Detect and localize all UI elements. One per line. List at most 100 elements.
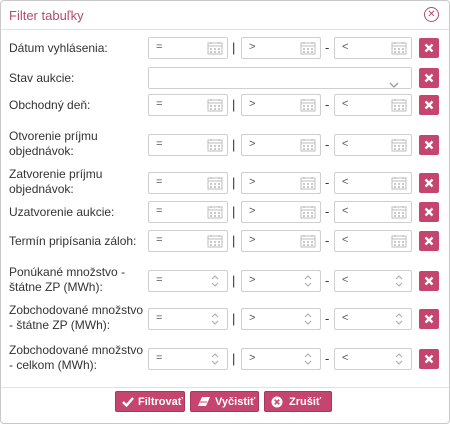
greater-than-field[interactable]: > — [241, 308, 321, 330]
operator-value: = — [156, 234, 163, 246]
calendar-icon[interactable] — [300, 176, 316, 190]
spinner-icon[interactable] — [300, 352, 316, 366]
remove-filter-button[interactable] — [419, 95, 439, 115]
greater-than-field[interactable]: > — [241, 37, 321, 59]
calendar-icon[interactable] — [207, 138, 223, 152]
less-than-field[interactable]: < — [334, 348, 412, 370]
equals-field[interactable]: = — [148, 37, 228, 59]
calendar-icon[interactable] — [391, 138, 407, 152]
calendar-icon[interactable] — [391, 234, 407, 248]
less-than-field[interactable]: < — [334, 270, 412, 292]
filter-row: Zobchodované množstvo - štátne ZP (MWh):… — [1, 301, 449, 337]
calendar-icon[interactable] — [207, 205, 223, 219]
range-separator-bar: | — [232, 233, 236, 248]
calendar-icon[interactable] — [207, 234, 223, 248]
equals-field[interactable]: = — [148, 270, 228, 292]
operator-value: > — [249, 41, 256, 53]
calendar-icon[interactable] — [391, 205, 407, 219]
close-icon[interactable]: ✕ — [424, 7, 439, 22]
times-icon — [424, 276, 434, 286]
filter-row: Zatvorenie príjmu objednávok: = > < | - — [1, 165, 449, 201]
filter-row: Ponúkané množstvo - štátne ZP (MWh): = > < |… — [1, 263, 449, 299]
calendar-icon[interactable] — [300, 138, 316, 152]
operator-value: > — [249, 234, 256, 246]
less-than-field[interactable]: < — [334, 37, 412, 59]
status-select[interactable] — [148, 67, 412, 89]
filter-row-label: Obchodný deň: — [9, 98, 91, 112]
calendar-icon[interactable] — [391, 41, 407, 55]
filter-row: Dátum vyhlásenia: = > < | - — [1, 36, 449, 60]
operator-value: = — [156, 274, 163, 286]
operator-value: < — [342, 274, 349, 286]
operator-value: > — [249, 205, 256, 217]
spinner-icon[interactable] — [207, 274, 223, 288]
operator-value: > — [249, 98, 256, 110]
spinner-icon[interactable] — [391, 312, 407, 326]
times-icon — [424, 73, 434, 83]
range-separator-dash: - — [325, 40, 330, 55]
remove-filter-button[interactable] — [419, 173, 439, 193]
operator-value: < — [342, 138, 349, 150]
calendar-icon[interactable] — [300, 234, 316, 248]
calendar-icon[interactable] — [207, 98, 223, 112]
filter-row-label: Otvorenie príjmu objednávok: — [9, 129, 98, 158]
remove-filter-button[interactable] — [419, 68, 439, 88]
less-than-field[interactable]: < — [334, 94, 412, 116]
operator-value: < — [342, 312, 349, 324]
spinner-icon[interactable] — [391, 352, 407, 366]
less-than-field[interactable]: < — [334, 172, 412, 194]
greater-than-field[interactable]: > — [241, 348, 321, 370]
spinner-icon[interactable] — [207, 312, 223, 326]
operator-value: = — [156, 312, 163, 324]
calendar-icon[interactable] — [300, 98, 316, 112]
filter-row-label: Zobchodované množstvo - štátne ZP (MWh): — [9, 303, 144, 332]
footer-divider — [1, 387, 449, 388]
filter-row-label: Uzatvorenie aukcie: — [9, 205, 115, 219]
equals-field[interactable]: = — [148, 230, 228, 252]
equals-field[interactable]: = — [148, 94, 228, 116]
remove-filter-button[interactable] — [419, 309, 439, 329]
filter-row: Obchodný deň: = > < | - — [1, 93, 449, 117]
calendar-icon[interactable] — [207, 41, 223, 55]
greater-than-field[interactable]: > — [241, 134, 321, 156]
greater-than-field[interactable]: > — [241, 230, 321, 252]
equals-field[interactable]: = — [148, 172, 228, 194]
remove-filter-button[interactable] — [419, 135, 439, 155]
greater-than-field[interactable]: > — [241, 201, 321, 223]
calendar-icon[interactable] — [391, 176, 407, 190]
filter-row: Uzatvorenie aukcie: = > < | - — [1, 200, 449, 224]
dialog-title: Filter tabuľky — [9, 8, 84, 23]
equals-field[interactable]: = — [148, 134, 228, 156]
remove-filter-button[interactable] — [419, 349, 439, 369]
cancel-button[interactable]: Zrušiť — [264, 391, 332, 412]
less-than-field[interactable]: < — [334, 308, 412, 330]
times-icon — [424, 140, 434, 150]
remove-filter-button[interactable] — [419, 271, 439, 291]
spinner-icon[interactable] — [391, 274, 407, 288]
operator-value: < — [342, 205, 349, 217]
remove-filter-button[interactable] — [419, 202, 439, 222]
filter-button[interactable]: Filtrovať — [115, 391, 185, 412]
equals-field[interactable]: = — [148, 308, 228, 330]
check-icon — [122, 397, 134, 407]
spinner-icon[interactable] — [300, 312, 316, 326]
equals-field[interactable]: = — [148, 201, 228, 223]
equals-field[interactable]: = — [148, 348, 228, 370]
less-than-field[interactable]: < — [334, 134, 412, 156]
remove-filter-button[interactable] — [419, 38, 439, 58]
cancel-button-label: Zrušiť — [289, 396, 322, 408]
remove-filter-button[interactable] — [419, 231, 439, 251]
clear-button[interactable]: Vyčistiť — [190, 391, 259, 412]
greater-than-field[interactable]: > — [241, 270, 321, 292]
greater-than-field[interactable]: > — [241, 94, 321, 116]
less-than-field[interactable]: < — [334, 230, 412, 252]
calendar-icon[interactable] — [300, 41, 316, 55]
greater-than-field[interactable]: > — [241, 172, 321, 194]
less-than-field[interactable]: < — [334, 201, 412, 223]
spinner-icon[interactable] — [300, 274, 316, 288]
spinner-icon[interactable] — [207, 352, 223, 366]
calendar-icon[interactable] — [391, 98, 407, 112]
times-icon — [424, 100, 434, 110]
calendar-icon[interactable] — [300, 205, 316, 219]
calendar-icon[interactable] — [207, 176, 223, 190]
